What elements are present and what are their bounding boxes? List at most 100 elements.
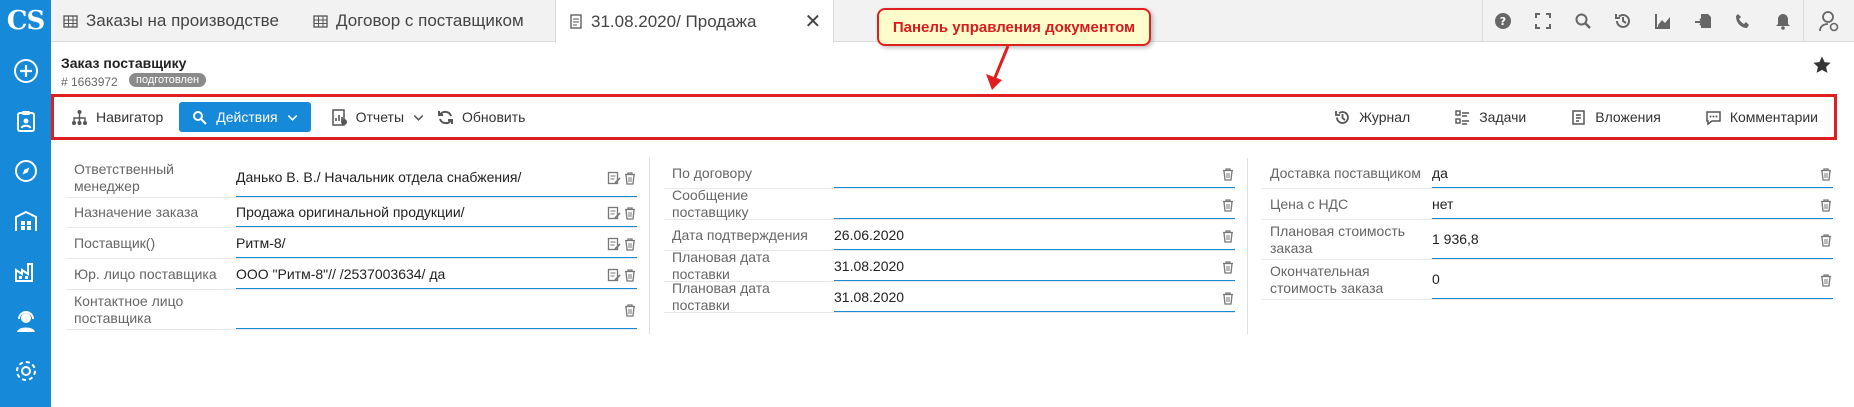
form-row: По договору [664,158,1235,189]
edit-icon[interactable] [607,206,621,225]
tasks-button[interactable]: Задачи [1442,102,1538,132]
field-value[interactable] [834,158,1235,188]
trash-icon[interactable] [623,206,637,225]
trash-icon[interactable] [1221,167,1235,186]
field-value[interactable]: Данько В. В./ Начальник отдела снабжения… [236,158,637,197]
trash-icon[interactable] [1221,291,1235,310]
edit-icon[interactable] [607,268,621,287]
trash-icon[interactable] [623,237,637,256]
clipboard-user-icon[interactable] [0,96,51,146]
comments-button[interactable]: Комментарии [1693,102,1830,132]
file-import-icon[interactable] [1683,0,1723,42]
document-number: # 1663972 [61,75,118,89]
field-actions [607,237,637,256]
field-value[interactable]: Ритм-8/ [236,228,637,258]
reports-dropdown-button[interactable]: Отчеты [319,102,437,132]
field-actions [1819,167,1833,186]
refresh-button[interactable]: Обновить [437,102,537,132]
history-icon[interactable] [1603,0,1643,42]
document-icon [570,14,582,29]
form-row: Контактное лицо поставщика [66,290,637,330]
close-tab-icon[interactable]: ✕ [804,9,821,34]
edit-icon[interactable] [607,171,621,190]
field-label: Плановая стоимость заказа [1270,222,1406,256]
field-actions [1221,229,1235,248]
form-row: Плановая дата поставки 31.08.2020 [664,249,1235,282]
tab-label: 31.08.2020/ Продажа [591,11,757,31]
user-profile-icon[interactable] [1804,0,1854,42]
status-badge: подготовлен [129,73,207,87]
field-value[interactable]: да [1432,158,1833,188]
trash-icon[interactable] [623,171,637,190]
form-row: Сообщение поставщику [664,187,1235,220]
field-value[interactable]: 26.06.2020 [834,220,1235,250]
field-label: Ответственный менеджер [74,160,174,194]
trash-icon[interactable] [1221,260,1235,279]
field-actions [1819,273,1833,292]
settings-gear-icon[interactable] [0,346,51,396]
field-actions [607,206,637,225]
help-icon[interactable]: ? [1483,0,1523,42]
field-value[interactable]: 1 936,8 [1432,220,1833,259]
form-row: Цена с НДС нет [1262,189,1833,220]
support-agent-icon[interactable] [0,296,51,346]
field-label: Юр. лицо поставщика [74,265,217,282]
app-logo[interactable]: CS [0,0,51,42]
journal-button[interactable]: Журнал [1322,102,1422,132]
field-label: Назначение заказа [74,204,199,220]
trash-icon[interactable] [1819,167,1833,186]
field-actions [623,303,637,322]
form-row: Дата подтверждения 26.06.2020 [664,220,1235,251]
left-sidebar: CS [0,0,51,407]
form-row: Плановая стоимость заказа 1 936,8 [1262,220,1833,260]
table-icon [63,14,78,28]
tab-production-orders[interactable]: Заказы на производстве [51,0,291,42]
actions-dropdown-button[interactable]: Действия [179,102,311,132]
field-label: Цена с НДС [1270,195,1349,212]
fullscreen-icon[interactable] [1523,0,1563,42]
trash-icon[interactable] [1819,233,1833,252]
field-value[interactable]: 0 [1432,260,1833,299]
field-value[interactable]: 31.08.2020 [834,282,1235,312]
gear-search-icon [193,110,207,125]
field-value[interactable]: нет [1432,189,1833,219]
trash-icon[interactable] [1221,198,1235,217]
factory-icon[interactable] [0,246,51,296]
warehouse-icon[interactable] [0,196,51,246]
document-title: Заказ поставщику [61,55,187,71]
search-icon[interactable] [1563,0,1603,42]
annotation-callout: Панель управления документом [877,8,1151,46]
field-actions [1819,233,1833,252]
chart-icon[interactable] [1643,0,1683,42]
trash-icon[interactable] [1221,229,1235,248]
field-label: Плановая дата поставки [672,280,770,313]
navigator-button[interactable]: Навигатор [59,102,175,132]
field-value[interactable]: Продажа оригинальной продукции/ [236,198,637,227]
field-value[interactable] [236,290,637,329]
tab-supplier-contract[interactable]: Договор с поставщиком [301,0,536,42]
tab-current-document[interactable]: 31.08.2020/ Продажа ✕ [555,0,835,43]
trash-icon[interactable] [623,303,637,322]
journal-label: Журнал [1359,109,1411,125]
edit-icon[interactable] [607,237,621,256]
add-icon[interactable] [0,46,51,96]
reports-label: Отчеты [355,109,405,125]
trash-icon[interactable] [1819,273,1833,292]
field-label: Дата подтверждения [672,226,808,243]
phone-icon[interactable] [1723,0,1763,42]
field-value[interactable]: ООО "Ритм-8"// /2537003634/ да [236,259,637,289]
form-row: Юр. лицо поставщика ООО "Ритм-8"// /25370… [66,259,637,290]
attachments-button[interactable]: Вложения [1558,102,1673,132]
star-favorite-icon[interactable] [1812,55,1832,75]
field-value[interactable] [834,189,1235,219]
compass-icon[interactable] [0,146,51,196]
field-actions [1221,291,1235,310]
trash-icon[interactable] [623,268,637,287]
field-actions [1221,167,1235,186]
notification-bell-icon[interactable] [1763,0,1803,42]
toolbar-right-group: Журнал Задачи Вложения Комментарии [1322,102,1830,132]
field-value[interactable]: 31.08.2020 [834,251,1235,281]
field-actions [1221,198,1235,217]
trash-icon[interactable] [1819,198,1833,217]
document-toolbar: Навигатор Действия Отчеты Обновить Журна… [59,100,1830,134]
